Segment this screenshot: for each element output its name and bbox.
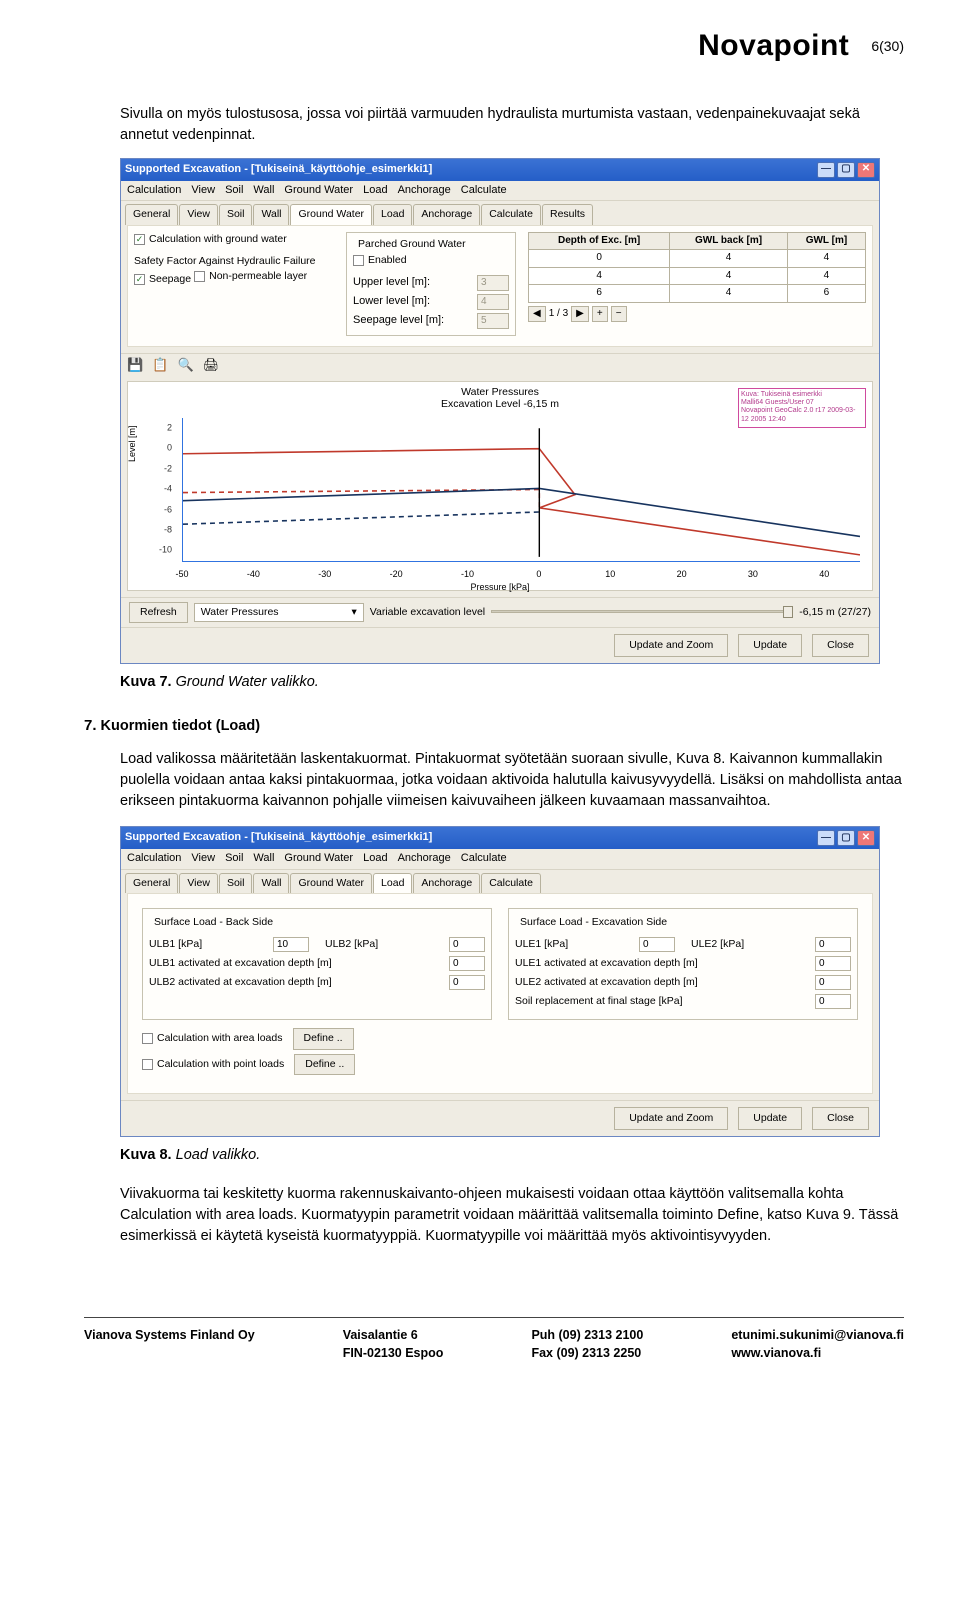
save-icon[interactable]: 💾 xyxy=(127,357,143,372)
tab-results[interactable]: Results xyxy=(542,204,593,224)
checkbox-calc-gw[interactable]: ✓Calculation with ground water xyxy=(134,232,287,247)
back-side-group: Surface Load - Back Side xyxy=(151,915,276,930)
checkbox-nonperm[interactable]: Non-permeable layer xyxy=(194,269,307,284)
plot-type-dropdown[interactable]: Water Pressures▾ xyxy=(194,603,364,622)
tab-row: General View Soil Wall Ground Water Load… xyxy=(121,201,879,224)
update-button-2[interactable]: Update xyxy=(738,1107,802,1130)
print-icon[interactable]: 🖨 xyxy=(203,357,220,372)
minimize-button-2[interactable]: — xyxy=(817,830,835,846)
ule2-depth-input[interactable]: 0 xyxy=(815,975,851,990)
define-area-button[interactable]: Define .. xyxy=(293,1028,354,1049)
section-title: Kuormien tiedot (Load) xyxy=(101,718,261,734)
outro-paragraph: Viivakuorma tai keskitetty kuorma rakenn… xyxy=(120,1184,904,1247)
window-title: Supported Excavation - [Tukiseinä_käyttö… xyxy=(125,162,432,178)
ule1-input[interactable]: 0 xyxy=(639,937,675,952)
checkbox-area-loads[interactable]: Calculation with area loads xyxy=(142,1031,283,1046)
figure-7-label: Kuva 7. xyxy=(120,674,172,690)
parched-gw-group: Parched Ground Water xyxy=(355,237,469,252)
ulb2-input[interactable]: 0 xyxy=(449,937,485,952)
excavation-slider[interactable] xyxy=(491,609,793,615)
app-window-groundwater: Supported Excavation - [Tukiseinä_käyttö… xyxy=(120,158,880,665)
tab-row-2: General View Soil Wall Ground Water Load… xyxy=(121,870,879,893)
lower-level-input[interactable]: 4 xyxy=(477,294,509,310)
tab-calculate[interactable]: Calculate xyxy=(481,204,541,224)
slider-value: -6,15 m (27/27) xyxy=(799,605,871,620)
section-number: 7. xyxy=(84,717,97,734)
close-button-win2[interactable]: ✕ xyxy=(857,830,875,846)
tab-wall[interactable]: Wall xyxy=(253,204,289,224)
tab-load[interactable]: Load xyxy=(373,204,412,224)
update-zoom-button[interactable]: Update and Zoom xyxy=(614,634,728,657)
table-pager[interactable]: ◀1 / 3▶+− xyxy=(528,306,866,323)
tab-view[interactable]: View xyxy=(179,204,218,224)
soil-replace-input[interactable]: 0 xyxy=(815,994,851,1009)
tab-anchorage[interactable]: Anchorage xyxy=(413,204,480,224)
close-button[interactable]: ✕ xyxy=(857,162,875,178)
upper-level-input[interactable]: 3 xyxy=(477,275,509,291)
toolbar[interactable]: 💾 📋 🔍 🖨 xyxy=(121,353,879,377)
variable-exc-label: Variable excavation level xyxy=(370,605,485,620)
tab-general[interactable]: General xyxy=(125,204,178,224)
window-title-2: Supported Excavation - [Tukiseinä_käyttö… xyxy=(125,830,432,846)
page-number: 6(30) xyxy=(871,36,904,56)
ule1-depth-input[interactable]: 0 xyxy=(815,956,851,971)
maximize-button-2[interactable]: ▢ xyxy=(837,830,855,846)
ule2-input[interactable]: 0 xyxy=(815,937,851,952)
checkbox-point-loads[interactable]: Calculation with point loads xyxy=(142,1057,284,1072)
define-point-button[interactable]: Define .. xyxy=(294,1054,355,1075)
update-zoom-button-2[interactable]: Update and Zoom xyxy=(614,1107,728,1130)
ulb1-input[interactable]: 10 xyxy=(273,937,309,952)
figure-8-label: Kuva 8. xyxy=(120,1147,172,1163)
page-footer: Vianova Systems Finland Oy Vaisalantie 6… xyxy=(84,1317,904,1362)
intro-paragraph: Sivulla on myös tulostusosa, jossa voi p… xyxy=(120,104,904,146)
ulb1-depth-input[interactable]: 0 xyxy=(449,956,485,971)
excavation-side-group: Surface Load - Excavation Side xyxy=(517,915,670,930)
close-button2[interactable]: Close xyxy=(812,634,869,657)
safety-factor-label: Safety Factor Against Hydraulic Failure xyxy=(134,254,334,269)
minimize-button[interactable]: — xyxy=(817,162,835,178)
menu-bar[interactable]: CalculationViewSoilWallGround WaterLoadA… xyxy=(121,181,879,202)
ulb2-depth-input[interactable]: 0 xyxy=(449,975,485,990)
checkbox-seepage[interactable]: ✓Seepage xyxy=(134,272,191,287)
refresh-button[interactable]: Refresh xyxy=(129,602,188,623)
update-button[interactable]: Update xyxy=(738,634,802,657)
gwl-table[interactable]: Depth of Exc. [m]GWL back [m]GWL [m] 044… xyxy=(528,232,866,303)
copy-icon[interactable]: 📋 xyxy=(152,357,168,372)
maximize-button[interactable]: ▢ xyxy=(837,162,855,178)
water-pressure-chart: Water PressuresExcavation Level -6,15 m … xyxy=(127,381,873,591)
tab-load-2[interactable]: Load xyxy=(373,873,412,893)
menu-bar-2[interactable]: CalculationViewSoilWallGround WaterLoadA… xyxy=(121,849,879,870)
seepage-level-input[interactable]: 5 xyxy=(477,313,509,329)
section-body: Load valikossa määritetään laskentakuorm… xyxy=(120,749,904,812)
close-button-2b[interactable]: Close xyxy=(812,1107,869,1130)
zoom-icon[interactable]: 🔍 xyxy=(178,357,194,372)
brand-logo: Novapoint xyxy=(698,24,849,68)
app-window-load: Supported Excavation - [Tukiseinä_käyttö… xyxy=(120,826,880,1137)
tab-groundwater[interactable]: Ground Water xyxy=(290,204,372,224)
tab-soil[interactable]: Soil xyxy=(219,204,253,224)
checkbox-enabled[interactable]: Enabled xyxy=(353,253,407,268)
